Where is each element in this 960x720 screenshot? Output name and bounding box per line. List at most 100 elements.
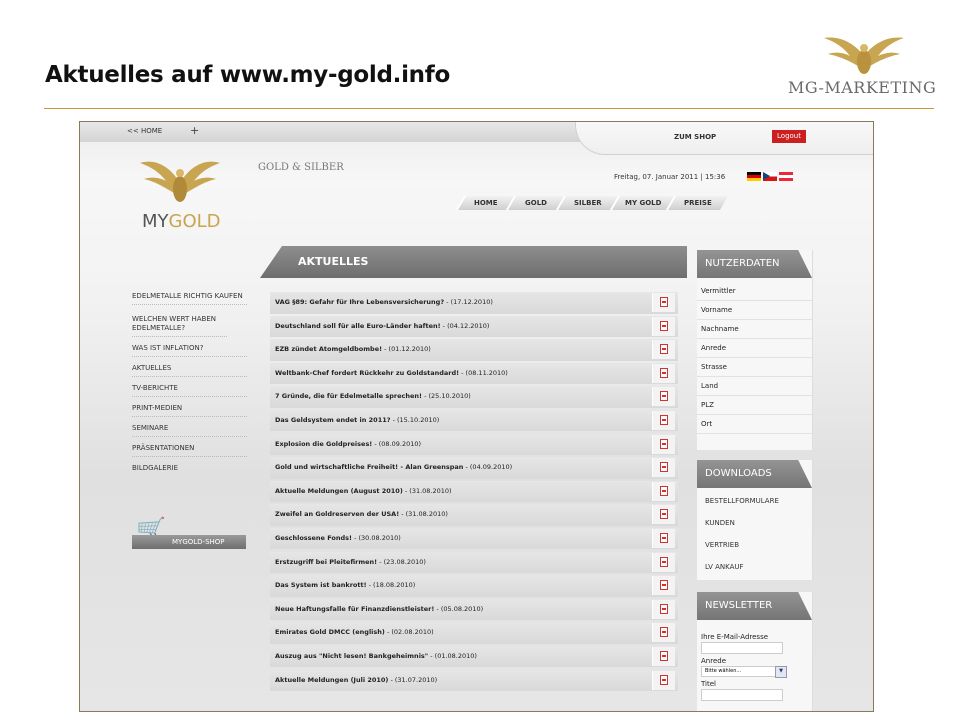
- pdf-icon[interactable]: [652, 505, 675, 525]
- sidebar-item-praesentationen[interactable]: PRÄSENTATIONEN: [132, 442, 247, 457]
- flag-cz-icon[interactable]: [763, 172, 777, 181]
- news-text[interactable]: Explosion die Goldpreises! - (08.09.2010…: [275, 440, 421, 448]
- news-text[interactable]: Das System ist bankrott! - (18.08.2010): [275, 581, 415, 589]
- news-row[interactable]: Emirates Gold DMCC (english) - (02.08.20…: [270, 622, 678, 644]
- nav-mygold[interactable]: MY GOLD: [609, 196, 675, 210]
- flag-at-icon[interactable]: [779, 172, 793, 181]
- chevron-down-icon[interactable]: ▼: [775, 666, 787, 678]
- news-headline[interactable]: Das Geldsystem endet in 2011?: [275, 416, 391, 424]
- news-headline[interactable]: Aktuelle Meldungen (Juli 2010): [275, 676, 388, 684]
- news-headline[interactable]: Emirates Gold DMCC (english): [275, 628, 385, 636]
- news-row[interactable]: Aktuelle Meldungen (Juli 2010) - (31.07.…: [270, 669, 678, 691]
- news-row[interactable]: 7 Gründe, die für Edelmetalle sprechen! …: [270, 386, 678, 408]
- nav-silber[interactable]: SILBER: [555, 196, 619, 210]
- news-row[interactable]: Deutschland soll für alle Euro-Länder ha…: [270, 315, 678, 338]
- download-link[interactable]: LV ANKAUF: [697, 556, 812, 578]
- news-text[interactable]: Aktuelle Meldungen (August 2010) - (31.0…: [275, 487, 452, 495]
- download-link[interactable]: KUNDEN: [697, 512, 812, 534]
- pdf-icon[interactable]: [652, 363, 675, 383]
- nav-home[interactable]: HOME: [455, 196, 515, 210]
- download-link[interactable]: BESTELLFORMULARE: [697, 490, 812, 512]
- pdf-icon[interactable]: [652, 646, 675, 666]
- news-headline[interactable]: Neue Haftungsfalle für Finanzdienstleist…: [275, 605, 434, 613]
- mygold-shop-button[interactable]: 🛒 MYGOLD-SHOP: [132, 516, 246, 554]
- news-row[interactable]: Weltbank-Chef fordert Rückkehr zu Goldst…: [270, 362, 678, 385]
- pdf-icon[interactable]: [652, 458, 675, 478]
- news-text[interactable]: Deutschland soll für alle Euro-Länder ha…: [275, 322, 489, 330]
- section-title: AKTUELLES: [260, 246, 687, 278]
- sidebar-item-bildgalerie[interactable]: BILDGALERIE: [132, 462, 247, 476]
- news-text[interactable]: Erstzugriff bei Pleitefirmen! - (23.08.2…: [275, 558, 426, 566]
- news-headline[interactable]: Das System ist bankrott!: [275, 581, 367, 589]
- email-field[interactable]: [701, 642, 783, 654]
- pdf-icon[interactable]: [652, 552, 675, 572]
- pdf-icon[interactable]: [652, 387, 675, 407]
- pdf-icon[interactable]: [652, 481, 675, 501]
- anrede-select[interactable]: Bitte wählen... ▼: [701, 666, 787, 678]
- pdf-icon[interactable]: [652, 599, 675, 619]
- nav-preise[interactable]: PREISE: [665, 196, 729, 210]
- news-text[interactable]: Geschlossene Fonds! - (30.08.2010): [275, 534, 401, 542]
- news-headline[interactable]: Geschlossene Fonds!: [275, 534, 352, 542]
- news-row[interactable]: Neue Haftungsfalle für Finanzdienstleist…: [270, 598, 678, 621]
- news-text[interactable]: Aktuelle Meldungen (Juli 2010) - (31.07.…: [275, 676, 437, 684]
- sidebar-item-print-medien[interactable]: PRINT-MEDIEN: [132, 402, 247, 417]
- news-text[interactable]: Neue Haftungsfalle für Finanzdienstleist…: [275, 605, 483, 613]
- pdf-icon[interactable]: [652, 434, 675, 454]
- news-row[interactable]: Das System ist bankrott! - (18.08.2010): [270, 575, 678, 597]
- zum-shop-link[interactable]: ZUM SHOP: [674, 133, 716, 141]
- news-row[interactable]: Geschlossene Fonds! - (30.08.2010): [270, 527, 678, 550]
- news-row[interactable]: Gold und wirtschaftliche Freiheit! - Ala…: [270, 457, 678, 479]
- pdf-icon[interactable]: [652, 623, 675, 643]
- plus-icon[interactable]: +: [190, 124, 199, 137]
- pdf-icon[interactable]: [652, 293, 675, 312]
- sidebar-item-edelmetalle-kaufen[interactable]: EDELMETALLE RICHTIG KAUFEN: [132, 290, 247, 305]
- news-headline[interactable]: EZB zündet Atomgeldbombe!: [275, 345, 382, 353]
- pdf-icon[interactable]: [652, 670, 675, 690]
- news-text[interactable]: Auszug aus "Nicht lesen! Bankgeheimnis" …: [275, 652, 477, 660]
- news-headline[interactable]: Auszug aus "Nicht lesen! Bankgeheimnis": [275, 652, 428, 660]
- flag-de-icon[interactable]: [747, 172, 761, 181]
- home-link[interactable]: << HOME: [127, 127, 162, 135]
- titel-field[interactable]: [701, 689, 783, 701]
- news-row[interactable]: Das Geldsystem endet in 2011? - (15.10.2…: [270, 409, 678, 432]
- pdf-icon[interactable]: [652, 340, 675, 360]
- news-row[interactable]: Explosion die Goldpreises! - (08.09.2010…: [270, 433, 678, 456]
- news-text[interactable]: Das Geldsystem endet in 2011? - (15.10.2…: [275, 416, 439, 424]
- sidebar-item-tv-berichte[interactable]: TV-BERICHTE: [132, 382, 247, 397]
- news-text[interactable]: Weltbank-Chef fordert Rückkehr zu Goldst…: [275, 369, 508, 377]
- news-headline[interactable]: Zweifel an Goldreserven der USA!: [275, 510, 399, 518]
- news-row[interactable]: Auszug aus "Nicht lesen! Bankgeheimnis" …: [270, 645, 678, 668]
- news-row[interactable]: EZB zündet Atomgeldbombe! - (01.12.2010): [270, 339, 678, 361]
- news-row[interactable]: Aktuelle Meldungen (August 2010) - (31.0…: [270, 480, 678, 503]
- pdf-icon[interactable]: [652, 316, 675, 336]
- news-headline[interactable]: Weltbank-Chef fordert Rückkehr zu Goldst…: [275, 369, 459, 377]
- news-headline[interactable]: 7 Gründe, die für Edelmetalle sprechen!: [275, 392, 422, 400]
- mygold-logo[interactable]: MYGOLD: [130, 149, 250, 239]
- download-link[interactable]: VERTRIEB: [697, 534, 812, 556]
- sidebar-item-aktuelles[interactable]: AKTUELLES: [132, 362, 247, 377]
- sidebar-item-seminare[interactable]: SEMINARE: [132, 422, 247, 437]
- news-text[interactable]: VAG §89: Gefahr für Ihre Lebensversicher…: [275, 298, 493, 306]
- news-text[interactable]: EZB zündet Atomgeldbombe! - (01.12.2010): [275, 345, 431, 353]
- news-headline[interactable]: VAG §89: Gefahr für Ihre Lebensversicher…: [275, 298, 444, 306]
- news-text[interactable]: 7 Gründe, die für Edelmetalle sprechen! …: [275, 392, 471, 400]
- news-headline[interactable]: Aktuelle Meldungen (August 2010): [275, 487, 403, 495]
- news-text[interactable]: Emirates Gold DMCC (english) - (02.08.20…: [275, 628, 434, 636]
- sidebar-item-inflation[interactable]: WAS IST INFLATION?: [132, 342, 247, 357]
- news-row[interactable]: VAG §89: Gefahr für Ihre Lebensversicher…: [270, 292, 678, 314]
- pdf-icon[interactable]: [652, 528, 675, 548]
- pdf-icon[interactable]: [652, 410, 675, 430]
- news-headline[interactable]: Deutschland soll für alle Euro-Länder ha…: [275, 322, 441, 330]
- nav-gold[interactable]: GOLD: [505, 196, 565, 210]
- logout-button[interactable]: Logout: [772, 130, 806, 143]
- news-row[interactable]: Erstzugriff bei Pleitefirmen! - (23.08.2…: [270, 551, 678, 574]
- news-text[interactable]: Zweifel an Goldreserven der USA! - (31.0…: [275, 510, 448, 518]
- pdf-icon[interactable]: [652, 576, 675, 596]
- sidebar-item-wert[interactable]: WELCHEN WERT HABEN EDELMETALLE?: [132, 313, 227, 337]
- news-text[interactable]: Gold und wirtschaftliche Freiheit! - Ala…: [275, 463, 512, 471]
- news-headline[interactable]: Explosion die Goldpreises!: [275, 440, 372, 448]
- news-headline[interactable]: Erstzugriff bei Pleitefirmen!: [275, 558, 377, 566]
- news-row[interactable]: Zweifel an Goldreserven der USA! - (31.0…: [270, 504, 678, 526]
- news-headline[interactable]: Gold und wirtschaftliche Freiheit! - Ala…: [275, 463, 463, 471]
